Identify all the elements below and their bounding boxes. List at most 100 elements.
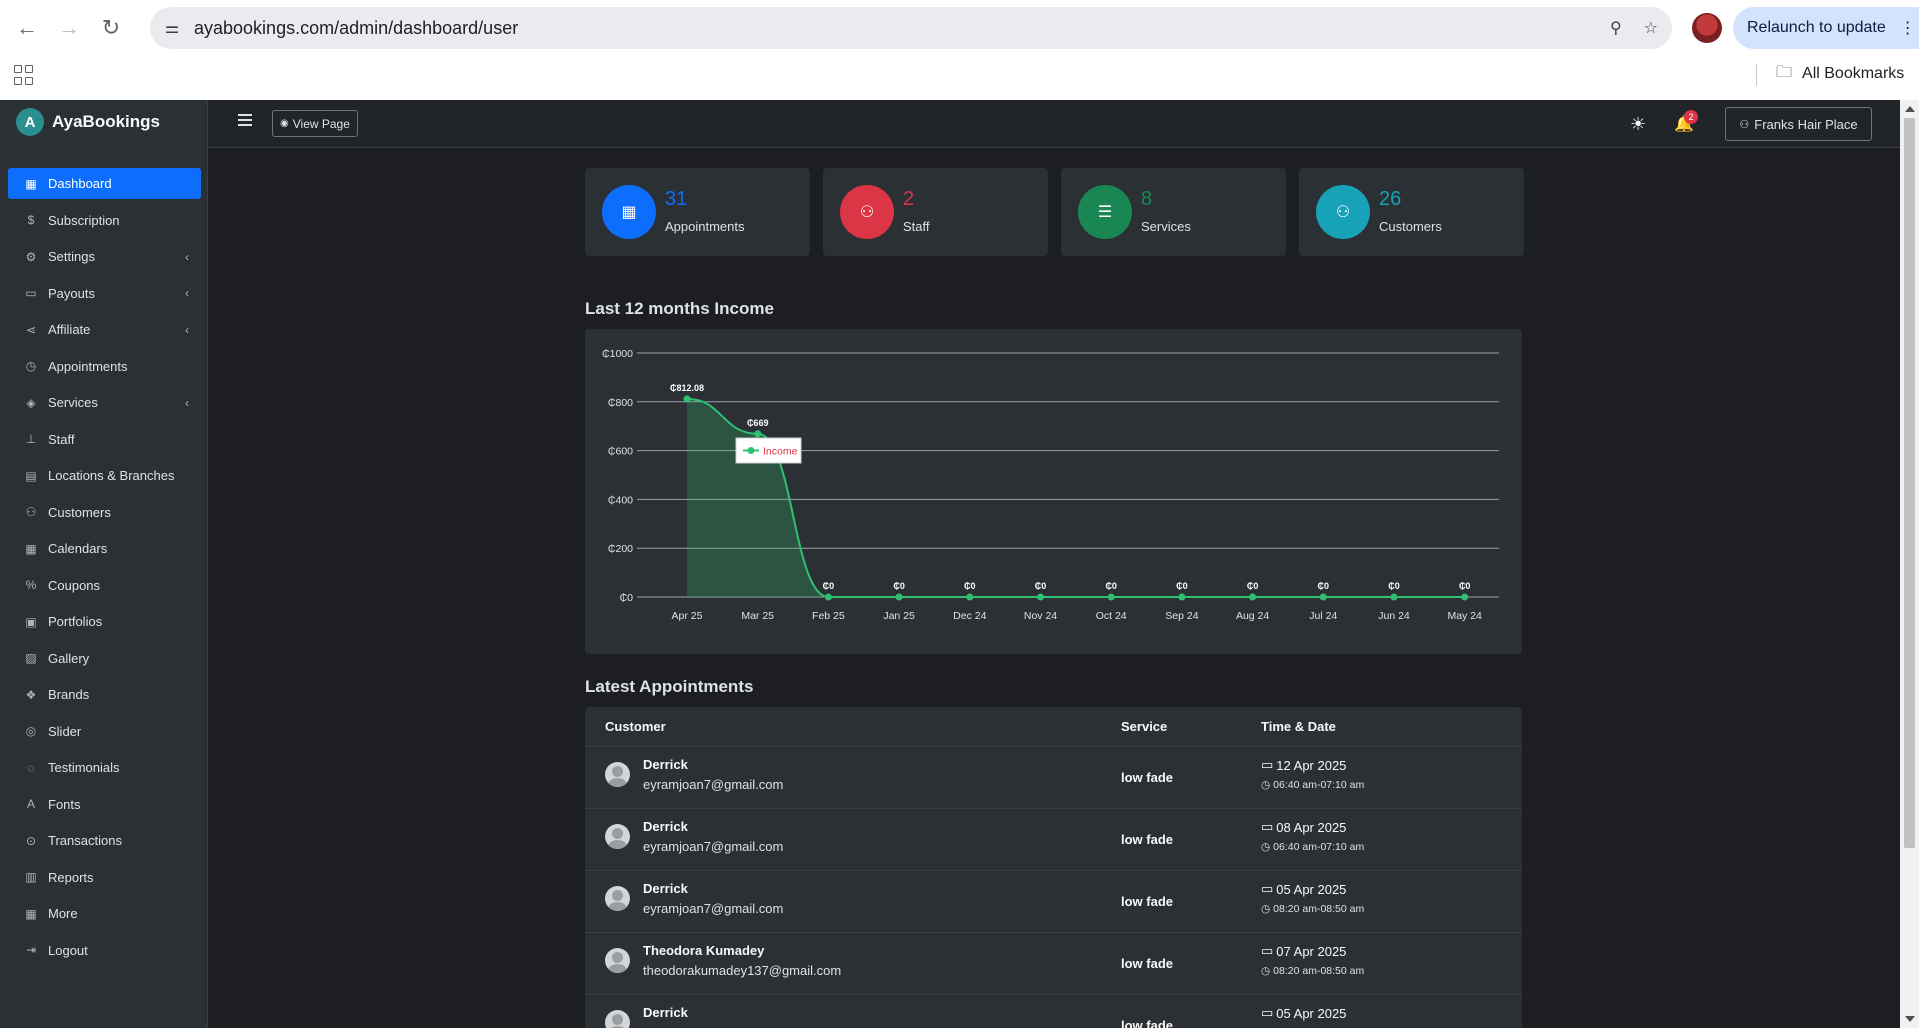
url-text[interactable]: ayabookings.com/admin/dashboard/user	[194, 18, 518, 39]
sidebar-item-customers[interactable]: ⚇ Customers	[8, 497, 201, 528]
page-scrollbar[interactable]	[1900, 100, 1919, 1028]
sidebar-item-calendars[interactable]: ▦ Calendars	[8, 533, 201, 564]
appointment-date: 05 Apr 2025	[1276, 1005, 1347, 1021]
data-label: ₵0	[1459, 581, 1471, 591]
scroll-thumb[interactable]	[1904, 118, 1915, 848]
bookmark-star-icon[interactable]: ☆	[1644, 18, 1658, 38]
y-tick-label: ₵600	[608, 446, 633, 458]
header-service: Service	[1121, 719, 1168, 734]
table-row[interactable]: Theodora Kumadey theodorakumadey137@gmail…	[585, 933, 1522, 995]
sidebar-item-label: Slider	[48, 723, 82, 739]
scroll-up-arrow-icon[interactable]	[1905, 106, 1915, 112]
sidebar-item-services[interactable]: ◈ Services ‹	[8, 387, 201, 418]
profile-avatar[interactable]	[1692, 13, 1722, 43]
sidebar-item-testimonials[interactable]: ◌ Testimonials	[8, 752, 201, 783]
sidebar-item-brands[interactable]: ❖ Brands	[8, 679, 201, 710]
relaunch-button[interactable]: Relaunch to update ⋮	[1733, 7, 1919, 49]
brand[interactable]: A AyaBookings	[0, 100, 207, 144]
sidebar-item-slider[interactable]: ◎ Slider	[8, 716, 201, 747]
sidebar-item-staff[interactable]: ⊥ Staff	[8, 424, 201, 455]
sidebar-item-coupons[interactable]: % Coupons	[8, 570, 201, 601]
sidebar-item-portfolios[interactable]: ▣ Portfolios	[8, 606, 201, 637]
data-label: ₵0	[1105, 581, 1117, 591]
legend-marker	[747, 447, 755, 454]
table-row[interactable]: Derrick eyramjoan7@gmail.com low fade ▭ 05 A…	[585, 871, 1522, 933]
sidebar-item-settings[interactable]: ⚙ Settings ‹	[8, 241, 201, 272]
sidebar-item-label: Affiliate	[48, 322, 91, 337]
chat-icon: ◌	[27, 760, 35, 775]
table-row[interactable]: Derrick eyramjoan7@gmail.com low fade ▭ 08 A…	[585, 809, 1522, 871]
scroll-down-arrow-icon[interactable]	[1905, 1016, 1915, 1022]
more-menu-icon[interactable]: ⋮	[1900, 18, 1916, 38]
slider-icon: ◎	[25, 724, 37, 738]
service-name: low fade	[1121, 770, 1174, 785]
sidebar-item-label: Customers	[48, 504, 111, 520]
avatar	[605, 948, 630, 973]
sidebar-item-reports[interactable]: ▥ Reports	[8, 862, 201, 893]
chevron-left-icon[interactable]: ‹	[185, 286, 189, 300]
avatar	[605, 886, 630, 911]
portfolio-icon: ▣	[25, 614, 37, 629]
theme-toggle-icon[interactable]: ☀	[1630, 114, 1646, 135]
apps-icon[interactable]	[14, 65, 34, 85]
sidebar-item-label: Appointments	[48, 358, 128, 374]
appointment-date: 12 Apr 2025	[1276, 757, 1347, 773]
calendar-icon: ▦	[602, 185, 656, 239]
view-page-button[interactable]: ◉ View Page	[272, 110, 358, 137]
appointment-time: 08:20 am-08:50 am	[1273, 903, 1365, 915]
sidebar-item-label: Fonts	[48, 796, 81, 812]
stat-card-appointments[interactable]: ▦ 31 Appointments	[585, 168, 810, 256]
stat-value: 26	[1379, 188, 1402, 210]
sidebar-item-label: Dashboard	[48, 176, 112, 191]
reload-button[interactable]: ↻	[90, 7, 132, 49]
sidebar-item-locations-branches[interactable]: ▤ Locations & Branches	[8, 460, 201, 491]
stat-label: Customers	[1379, 219, 1442, 234]
chevron-left-icon[interactable]: ‹	[185, 323, 189, 337]
customer-email: eyramjoan7@gmail.com	[643, 777, 784, 792]
address-bar[interactable]: ⚌ ayabookings.com/admin/dashboard/user ⚲…	[150, 7, 1672, 49]
sidebar-item-payouts[interactable]: ▭ Payouts ‹	[8, 278, 201, 309]
sidebar-item-appointments[interactable]: ◷ Appointments	[8, 351, 201, 382]
sidebar-item-label: More	[48, 906, 78, 921]
account-button[interactable]: ⚇ Franks Hair Place	[1725, 107, 1872, 141]
stat-card-services[interactable]: ☰ 8 Services	[1061, 168, 1286, 256]
data-point	[824, 593, 832, 601]
data-point	[895, 593, 903, 601]
percent-icon: %	[25, 578, 37, 592]
customer-name: Theodora Kumadey	[643, 943, 765, 958]
transaction-icon: ⊙	[25, 833, 37, 848]
customer-name: Derrick	[643, 819, 688, 834]
sidebar-item-label: Locations & Branches	[48, 468, 175, 483]
table-row[interactable]: Derrick eyramjoan7@gmail.com low fade ▭ 12 A…	[585, 747, 1522, 809]
clock-icon: ◷	[1261, 903, 1271, 915]
stat-value: 8	[1141, 188, 1153, 210]
site-settings-icon[interactable]: ⚌	[150, 18, 194, 38]
sidebar-item-gallery[interactable]: ▨ Gallery	[8, 643, 201, 674]
sidebar-item-affiliate[interactable]: ⋖ Affiliate ‹	[8, 314, 201, 345]
sidebar-item-transactions[interactable]: ⊙ Transactions	[8, 825, 201, 856]
sidebar-item-fonts[interactable]: A Fonts	[8, 789, 201, 820]
table-row[interactable]: Derrick low fade ▭ 05 Apr 2025	[585, 995, 1522, 1028]
sidebar-item-logout[interactable]: ⇥ Logout	[8, 935, 201, 966]
font-icon: A	[26, 797, 35, 811]
back-button[interactable]: ←	[6, 7, 48, 49]
calendar-icon: ▭	[1261, 819, 1274, 834]
y-tick-label: ₵400	[608, 494, 633, 506]
stat-card-customers[interactable]: ⚇ 26 Customers	[1299, 168, 1524, 256]
all-bookmarks-button[interactable]: 🗀 All Bookmarks	[1776, 62, 1904, 86]
zoom-icon[interactable]: ⚲	[1610, 18, 1622, 38]
sidebar-item-subscription[interactable]: $ Subscription	[8, 205, 201, 236]
hamburger-menu-icon[interactable]	[238, 114, 252, 126]
sidebar-item-label: Services	[48, 395, 98, 410]
sidebar-item-more[interactable]: ▦ More	[8, 898, 201, 929]
folder-icon: 🗀	[1776, 63, 1793, 81]
chevron-left-icon[interactable]: ‹	[185, 250, 189, 264]
forward-button[interactable]: →	[48, 7, 90, 49]
sidebar-item-dashboard[interactable]: ▦ Dashboard	[8, 168, 201, 199]
chevron-left-icon[interactable]: ‹	[185, 396, 189, 410]
stat-card-staff[interactable]: ⚇ 2 Staff	[823, 168, 1048, 256]
data-point	[1178, 593, 1186, 601]
calendar-icon: ▭	[1261, 881, 1274, 896]
sidebar-menu: ▦ Dashboard $ Subscription ⚙ Settings ‹ ▭ Payout…	[0, 168, 207, 966]
x-tick-label: Nov 24	[1024, 610, 1057, 622]
